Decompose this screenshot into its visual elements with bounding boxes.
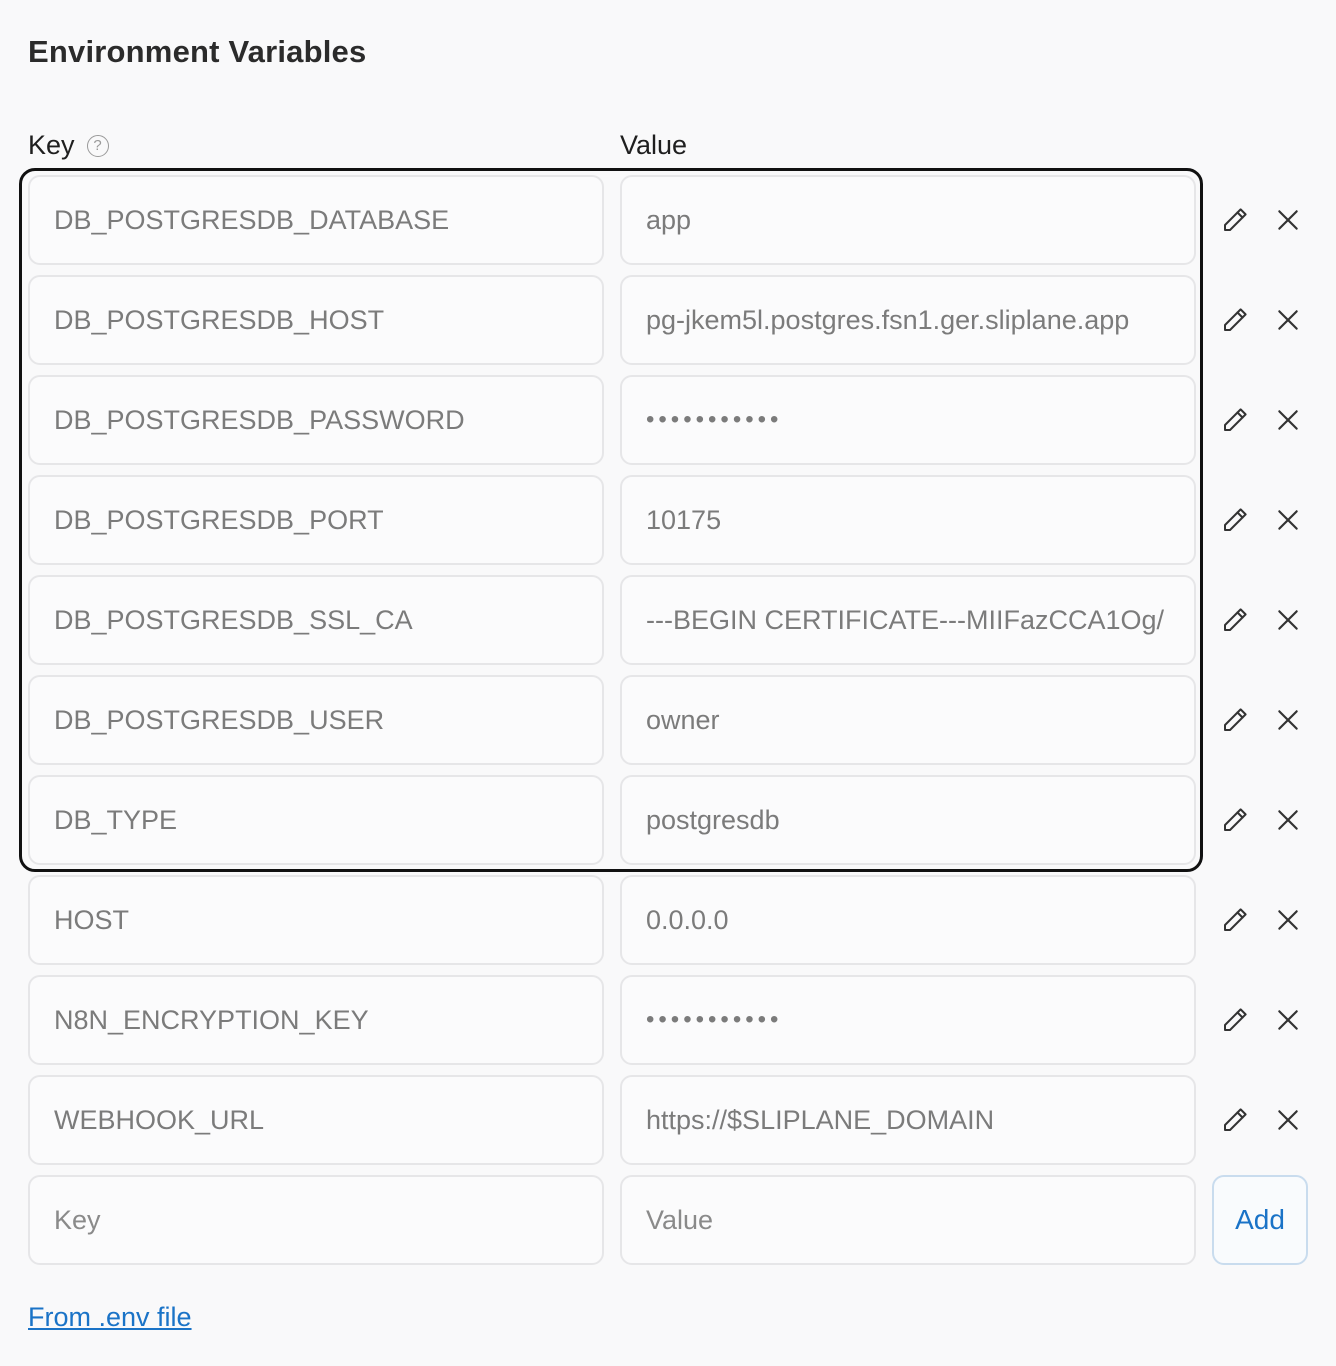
variable-value-field[interactable]: pg-jkem5l.postgres.fsn1.ger.sliplane.app [620,275,1196,365]
variable-key-text: N8N_ENCRYPTION_KEY [54,1004,369,1035]
pencil-icon[interactable] [1218,1003,1252,1037]
variable-key-text: DB_POSTGRESDB_PORT [54,504,384,535]
close-icon[interactable] [1271,1103,1305,1137]
variable-row: DB_POSTGRESDB_SSL_CA ---BEGIN CERTIFICATE… [0,575,1336,667]
pencil-icon[interactable] [1218,303,1252,337]
variable-row: DB_POSTGRESDB_DATABASE app [0,175,1336,267]
variable-value-field[interactable]: 10175 [620,475,1196,565]
variable-row: DB_POSTGRESDB_USER owner [0,675,1336,767]
new-value-input[interactable]: Value [620,1175,1196,1265]
variable-key-text: DB_POSTGRESDB_HOST [54,304,385,335]
close-icon[interactable] [1271,503,1305,537]
variable-key-field[interactable]: DB_POSTGRESDB_PASSWORD [28,375,604,465]
variable-value-field[interactable]: https://$SLIPLANE_DOMAIN [620,1075,1196,1165]
variable-key-text: DB_POSTGRESDB_USER [54,704,385,735]
variable-value-text: ---BEGIN CERTIFICATE---MIIFazCCA1Og/ [646,604,1165,635]
variable-value-field[interactable]: ••••••••••• [620,975,1196,1065]
variable-key-text: DB_POSTGRESDB_PASSWORD [54,404,465,435]
variable-key-field[interactable]: HOST [28,875,604,965]
variable-row: DB_TYPE postgresdb [0,775,1336,867]
variable-key-field[interactable]: DB_POSTGRESDB_HOST [28,275,604,365]
new-key-input[interactable]: Key [28,1175,604,1265]
variable-key-field[interactable]: DB_TYPE [28,775,604,865]
pencil-icon[interactable] [1218,1103,1252,1137]
pencil-icon[interactable] [1218,803,1252,837]
variable-key-text: DB_POSTGRESDB_SSL_CA [54,604,413,635]
variable-value-field[interactable]: postgresdb [620,775,1196,865]
variable-key-text: HOST [54,904,130,935]
variable-value-field[interactable]: ---BEGIN CERTIFICATE---MIIFazCCA1Og/ [620,575,1196,665]
variable-key-field[interactable]: DB_POSTGRESDB_PORT [28,475,604,565]
variable-key-field[interactable]: N8N_ENCRYPTION_KEY [28,975,604,1065]
close-icon[interactable] [1271,903,1305,937]
question-circle-icon[interactable]: ? [86,134,109,157]
variable-value-field[interactable]: 0.0.0.0 [620,875,1196,965]
variable-row: WEBHOOK_URL https://$SLIPLANE_DOMAIN [0,1075,1336,1167]
key-header-label: Key [28,130,75,160]
close-icon[interactable] [1271,403,1305,437]
pencil-icon[interactable] [1218,903,1252,937]
variable-key-field[interactable]: DB_POSTGRESDB_DATABASE [28,175,604,265]
variable-key-field[interactable]: DB_POSTGRESDB_SSL_CA [28,575,604,665]
new-variable-row: Key Value Add [0,1175,1336,1267]
close-icon[interactable] [1271,1003,1305,1037]
pencil-icon[interactable] [1218,703,1252,737]
pencil-icon[interactable] [1218,603,1252,637]
variable-row: N8N_ENCRYPTION_KEY ••••••••••• [0,975,1336,1067]
close-icon[interactable] [1271,203,1305,237]
close-icon[interactable] [1271,803,1305,837]
pencil-icon[interactable] [1218,403,1252,437]
variable-value-text: 0.0.0.0 [646,904,729,935]
pencil-icon[interactable] [1218,503,1252,537]
variable-key-text: DB_POSTGRESDB_DATABASE [54,204,450,235]
new-key-placeholder: Key [54,1204,101,1235]
pencil-icon[interactable] [1218,203,1252,237]
variable-row: DB_POSTGRESDB_PORT 10175 [0,475,1336,567]
masked-value-text: ••••••••••• [646,1006,783,1033]
page-title: Environment Variables [28,34,367,69]
close-icon[interactable] [1271,603,1305,637]
masked-value-text: ••••••••••• [646,406,783,433]
variable-value-field[interactable]: app [620,175,1196,265]
variable-row: DB_POSTGRESDB_HOST pg-jkem5l.postgres.fsn… [0,275,1336,367]
variable-value-text: pg-jkem5l.postgres.fsn1.ger.sliplane.app [646,304,1130,335]
variable-value-text: https://$SLIPLANE_DOMAIN [646,1104,995,1135]
new-value-placeholder: Value [646,1204,714,1235]
variable-key-field[interactable]: WEBHOOK_URL [28,1075,604,1165]
variable-value-text: 10175 [646,504,722,535]
value-column-header: Value [620,130,688,160]
variable-row: HOST 0.0.0.0 [0,875,1336,967]
variable-value-field[interactable]: owner [620,675,1196,765]
from-env-file-link[interactable]: From .env file [28,1302,192,1333]
variable-value-text: app [646,204,692,235]
variable-key-field[interactable]: DB_POSTGRESDB_USER [28,675,604,765]
variable-value-field[interactable]: ••••••••••• [620,375,1196,465]
add-button[interactable]: Add [1212,1175,1308,1265]
close-icon[interactable] [1271,303,1305,337]
variable-value-text: owner [646,704,720,735]
variable-key-text: WEBHOOK_URL [54,1104,265,1135]
variable-row: DB_POSTGRESDB_PASSWORD ••••••••••• [0,375,1336,467]
key-column-header: Key ? [28,130,109,161]
close-icon[interactable] [1271,703,1305,737]
variable-key-text: DB_TYPE [54,804,178,835]
variable-value-text: postgresdb [646,804,780,835]
